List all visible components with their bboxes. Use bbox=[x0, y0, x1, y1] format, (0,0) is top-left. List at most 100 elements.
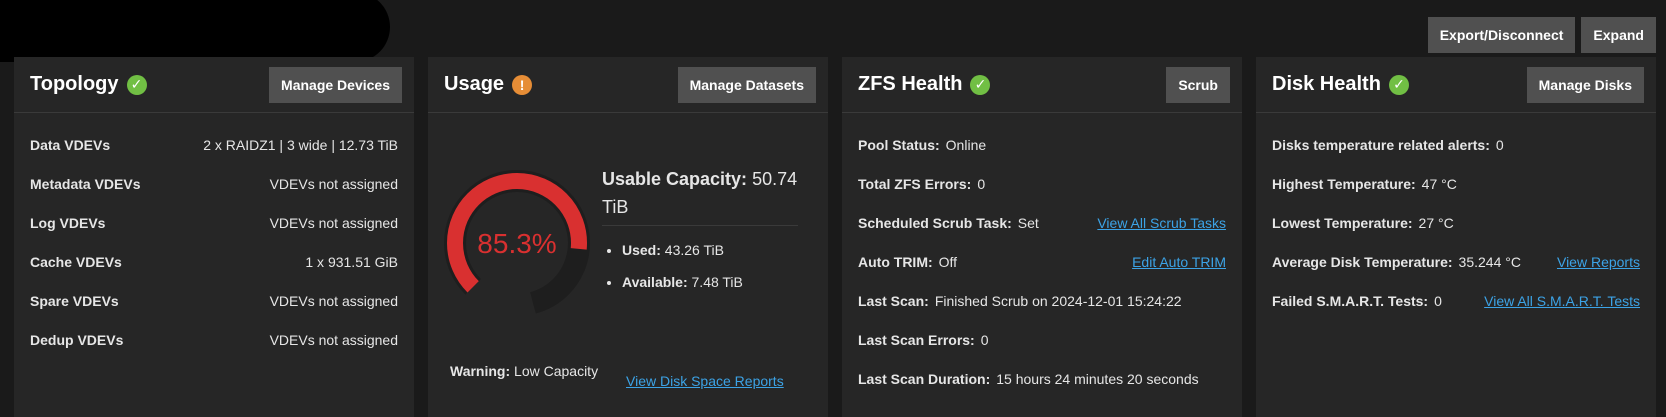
edit-auto-trim-link[interactable]: Edit Auto TRIM bbox=[1132, 254, 1226, 270]
row-value: VDEVs not assigned bbox=[269, 331, 398, 348]
disk-health-rows: Disks temperature related alerts: 0 Highe… bbox=[1256, 113, 1656, 332]
row-label: Dedup VDEVs bbox=[30, 331, 124, 348]
zfs-health-title-text: ZFS Health bbox=[858, 73, 963, 95]
zfs-health-card: ZFS Health ✓ Scrub Pool Status: Online To… bbox=[842, 57, 1242, 417]
row-value: 0 bbox=[977, 175, 986, 192]
row-value: 15 hours 24 minutes 20 seconds bbox=[996, 370, 1199, 387]
disk-health-title: Disk Health ✓ bbox=[1272, 73, 1409, 96]
available-value: 7.48 TiB bbox=[691, 274, 743, 290]
zfs-row: Last Scan Errors: 0 bbox=[858, 320, 1226, 359]
capacity-label: Usable Capacity: bbox=[602, 169, 748, 189]
check-icon: ✓ bbox=[970, 74, 991, 95]
export-disconnect-button[interactable]: Export/Disconnect bbox=[1427, 17, 1576, 53]
zfs-row: Scheduled Scrub Task: Set View All Scrub T… bbox=[858, 203, 1226, 242]
zfs-health-rows: Pool Status: Online Total ZFS Errors: 0 Sc… bbox=[842, 113, 1242, 410]
capacity-block: Usable Capacity: 50.74 TiB Used: 43.26 T… bbox=[602, 165, 798, 298]
topology-row: Data VDEVs 2 x RAIDZ1 | 3 wide | 12.73 Ti… bbox=[30, 125, 398, 164]
zfs-row: Auto TRIM: Off Edit Auto TRIM bbox=[858, 242, 1226, 281]
zfs-row: Total ZFS Errors: 0 bbox=[858, 164, 1226, 203]
topology-rows: Data VDEVs 2 x RAIDZ1 | 3 wide | 12.73 Ti… bbox=[14, 113, 414, 371]
zfs-health-header: ZFS Health ✓ Scrub bbox=[842, 57, 1242, 113]
row-value: 2 x RAIDZ1 | 3 wide | 12.73 TiB bbox=[203, 136, 398, 153]
row-label: Failed S.M.A.R.T. Tests: bbox=[1272, 292, 1429, 309]
manage-datasets-button[interactable]: Manage Datasets bbox=[677, 66, 816, 103]
row-value: 0 bbox=[1495, 136, 1504, 153]
usage-title-text: Usage bbox=[444, 73, 505, 95]
view-all-scrub-tasks-link[interactable]: View All Scrub Tasks bbox=[1097, 215, 1226, 231]
view-reports-link[interactable]: View Reports bbox=[1557, 254, 1640, 270]
disk-row: Failed S.M.A.R.T. Tests: 0 View All S.M.A.… bbox=[1272, 281, 1640, 320]
used-value: 43.26 TiB bbox=[664, 242, 724, 258]
manage-disks-button[interactable]: Manage Disks bbox=[1526, 66, 1644, 103]
topology-title-text: Topology bbox=[30, 73, 119, 95]
row-label: Total ZFS Errors: bbox=[858, 175, 972, 192]
view-disk-space-reports-link[interactable]: View Disk Space Reports bbox=[626, 373, 784, 389]
topology-row: Cache VDEVs 1 x 931.51 GiB bbox=[30, 242, 398, 281]
row-value: VDEVs not assigned bbox=[269, 175, 398, 192]
topology-row: Metadata VDEVs VDEVs not assigned bbox=[30, 164, 398, 203]
row-value: 35.244 °C bbox=[1458, 253, 1521, 270]
topology-row: Spare VDEVs VDEVs not assigned bbox=[30, 281, 398, 320]
row-label: Average Disk Temperature: bbox=[1272, 253, 1453, 270]
row-label: Last Scan Errors: bbox=[858, 331, 975, 348]
row-value: Finished Scrub on 2024-12-01 15:24:22 bbox=[934, 292, 1182, 309]
topology-card: Topology ✓ Manage Devices Data VDEVs 2 x … bbox=[14, 57, 414, 417]
row-value: VDEVs not assigned bbox=[269, 214, 398, 231]
zfs-row: Pool Status: Online bbox=[858, 125, 1226, 164]
usage-stats: Used: 43.26 TiB Available: 7.48 TiB bbox=[602, 234, 798, 298]
usage-title: Usage ! bbox=[444, 73, 533, 96]
usage-body: 85.3% Usable Capacity: 50.74 TiB Used: 4… bbox=[428, 113, 828, 413]
available-label: Available: bbox=[622, 274, 688, 290]
row-value: Set bbox=[1017, 214, 1039, 231]
row-label: Disks temperature related alerts: bbox=[1272, 136, 1490, 153]
disk-health-title-text: Disk Health bbox=[1272, 73, 1381, 95]
manage-devices-button[interactable]: Manage Devices bbox=[269, 66, 402, 103]
disk-row: Disks temperature related alerts: 0 bbox=[1272, 125, 1640, 164]
topology-title: Topology ✓ bbox=[30, 73, 147, 96]
used-label: Used: bbox=[622, 242, 661, 258]
zfs-row: Last Scan Duration: 15 hours 24 minutes 2… bbox=[858, 359, 1226, 398]
disk-row: Lowest Temperature: 27 °C bbox=[1272, 203, 1640, 242]
top-actions: Export/Disconnect Expand bbox=[1427, 17, 1656, 53]
row-label: Pool Status: bbox=[858, 136, 940, 153]
usage-percent: 85.3% bbox=[477, 228, 557, 259]
topology-row: Dedup VDEVs VDEVs not assigned bbox=[30, 320, 398, 359]
row-label: Cache VDEVs bbox=[30, 253, 122, 270]
topology-header: Topology ✓ Manage Devices bbox=[14, 57, 414, 113]
row-label: Scheduled Scrub Task: bbox=[858, 214, 1012, 231]
row-label: Metadata VDEVs bbox=[30, 175, 141, 192]
capacity-warning: Warning: Low Capacity bbox=[450, 363, 598, 379]
row-value: 47 °C bbox=[1421, 175, 1457, 192]
warning-value: Low Capacity bbox=[514, 363, 599, 379]
disk-row: Highest Temperature: 47 °C bbox=[1272, 164, 1640, 203]
row-value: 27 °C bbox=[1418, 214, 1454, 231]
capacity-line: Usable Capacity: 50.74 TiB bbox=[602, 165, 798, 226]
row-label: Auto TRIM: bbox=[858, 253, 933, 270]
topology-row: Log VDEVs VDEVs not assigned bbox=[30, 203, 398, 242]
disk-row: Average Disk Temperature: 35.244 °C View R… bbox=[1272, 242, 1640, 281]
check-icon: ✓ bbox=[1388, 74, 1409, 95]
row-label: Log VDEVs bbox=[30, 214, 106, 231]
view-all-smart-tests-link[interactable]: View All S.M.A.R.T. Tests bbox=[1484, 293, 1640, 309]
warning-icon: ! bbox=[512, 74, 533, 95]
scrub-button[interactable]: Scrub bbox=[1166, 66, 1230, 103]
row-label: Last Scan: bbox=[858, 292, 929, 309]
dashboard-cards: Topology ✓ Manage Devices Data VDEVs 2 x … bbox=[14, 57, 1656, 417]
row-value: Off bbox=[938, 253, 958, 270]
usage-header: Usage ! Manage Datasets bbox=[428, 57, 828, 113]
row-value: Online bbox=[945, 136, 987, 153]
row-value: 0 bbox=[980, 331, 989, 348]
row-value: VDEVs not assigned bbox=[269, 292, 398, 309]
zfs-row: Last Scan: Finished Scrub on 2024-12-01 1… bbox=[858, 281, 1226, 320]
row-label: Data VDEVs bbox=[30, 136, 111, 153]
row-label: Last Scan Duration: bbox=[858, 370, 991, 387]
check-icon: ✓ bbox=[126, 74, 147, 95]
available-item: Available: 7.48 TiB bbox=[622, 266, 798, 298]
row-label: Highest Temperature: bbox=[1272, 175, 1416, 192]
expand-button[interactable]: Expand bbox=[1581, 17, 1656, 53]
disk-health-card: Disk Health ✓ Manage Disks Disks tempera… bbox=[1256, 57, 1656, 417]
warning-label: Warning: bbox=[450, 363, 511, 379]
used-item: Used: 43.26 TiB bbox=[622, 234, 798, 266]
usage-card: Usage ! Manage Datasets 85.3% Usable Cap… bbox=[428, 57, 828, 417]
disk-health-header: Disk Health ✓ Manage Disks bbox=[1256, 57, 1656, 113]
